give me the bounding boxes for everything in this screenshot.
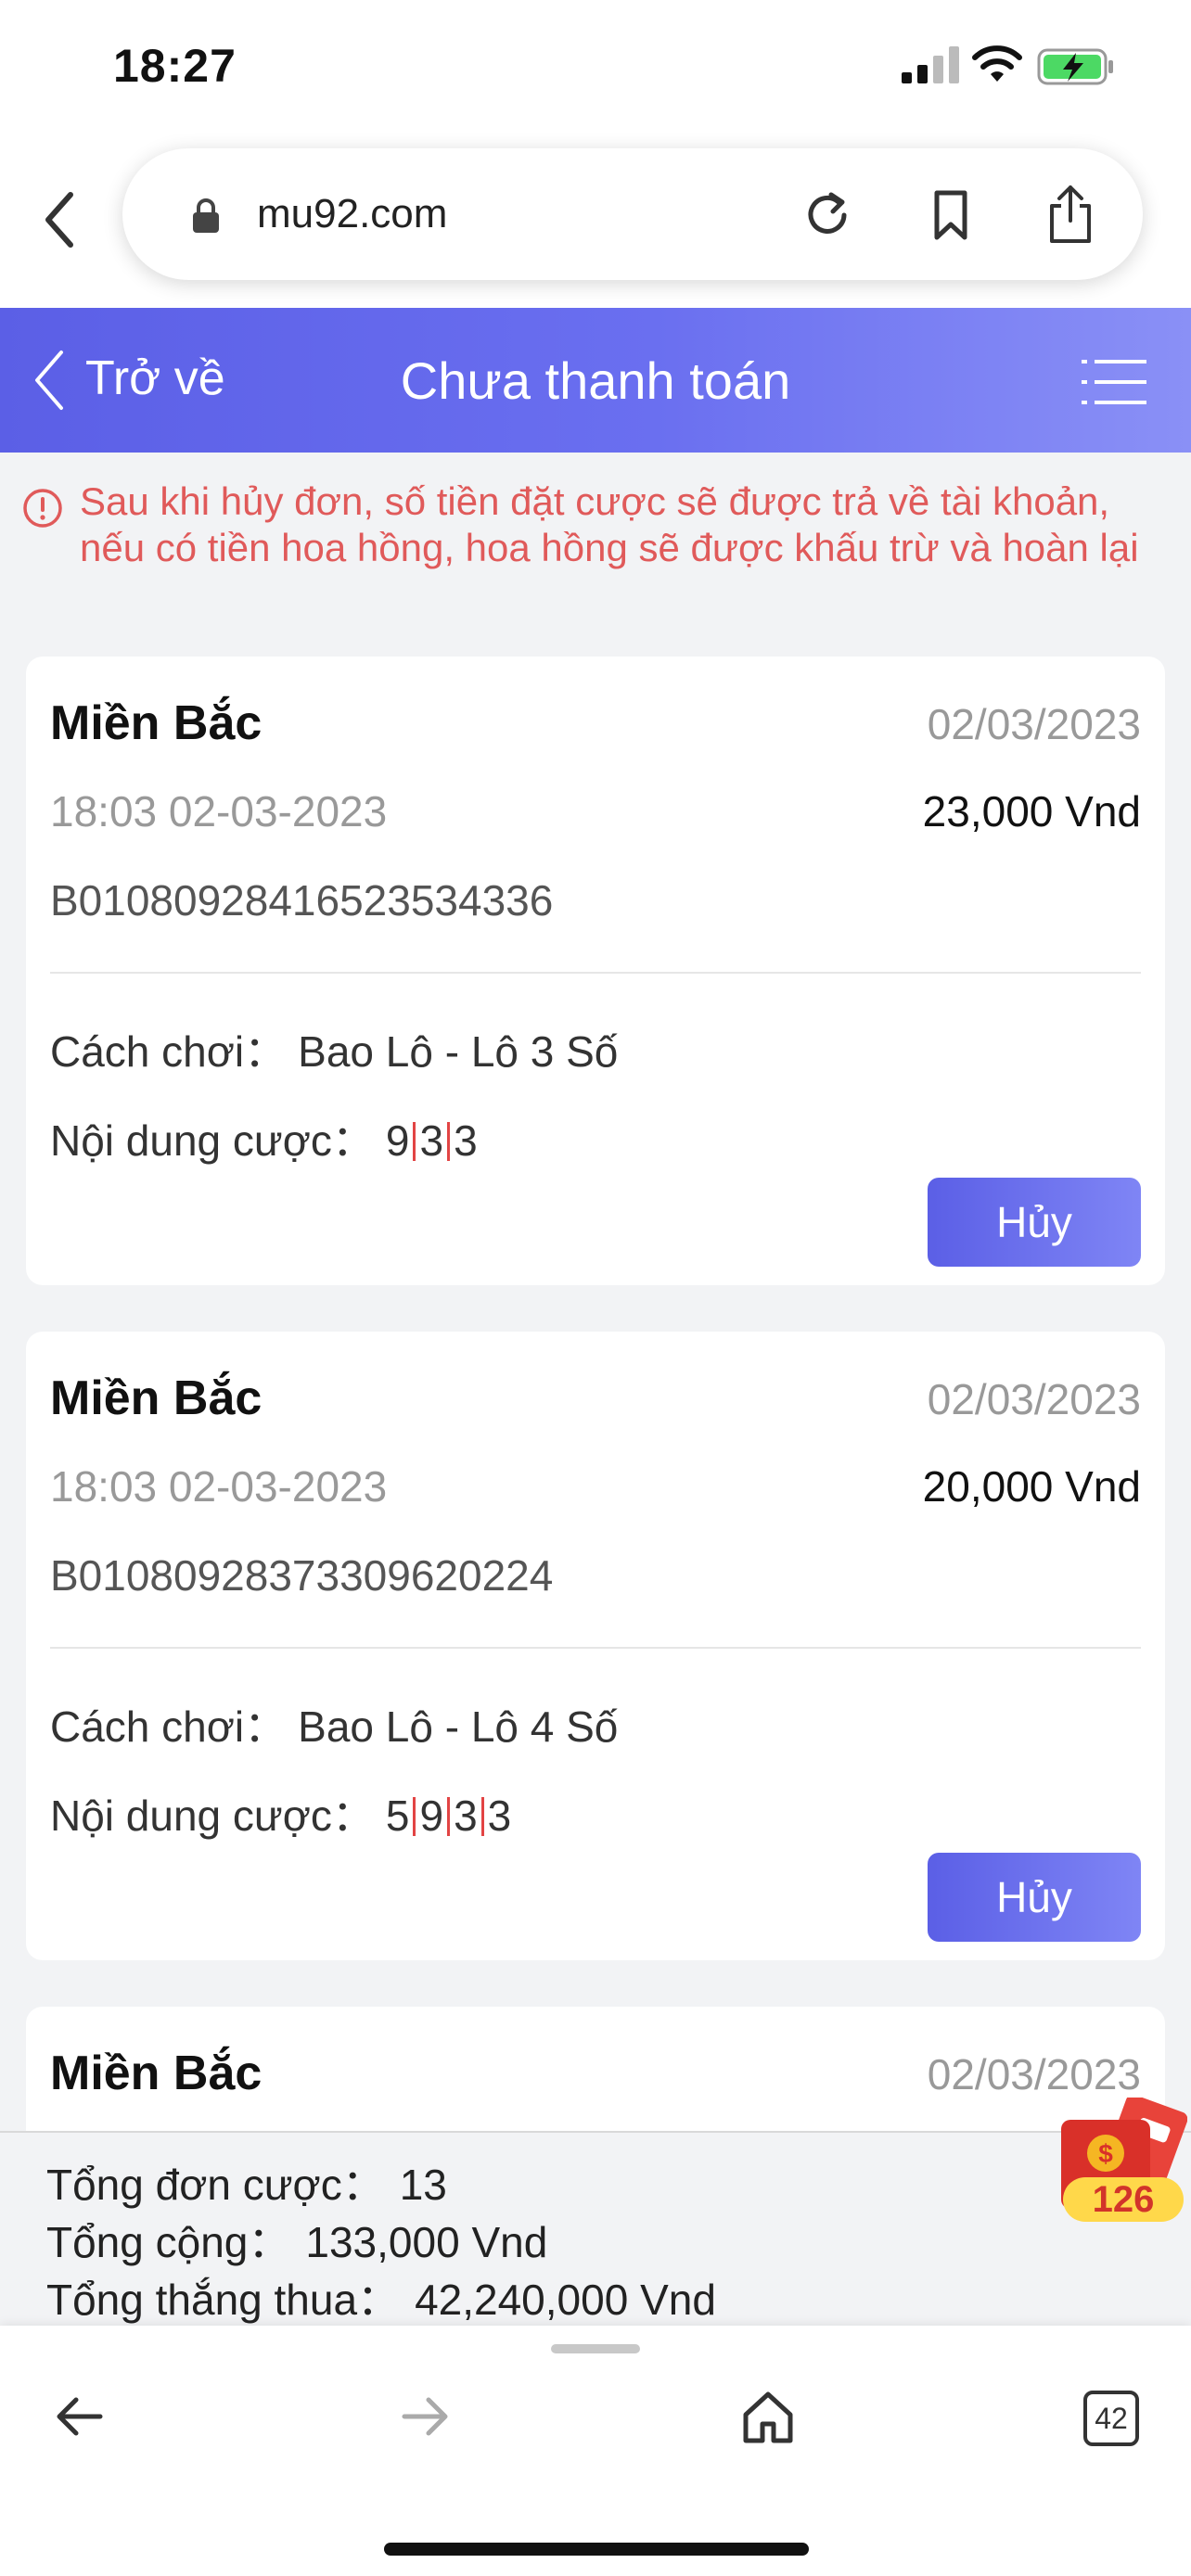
order-region: Miền Bắc (50, 696, 263, 750)
order-time: 18:03 02-03-2023 (50, 787, 388, 835)
url-field[interactable]: mu92.com (122, 148, 1143, 280)
order-card: Miền Bắc 02/03/2023 18:03 02-03-2023 23,… (26, 657, 1165, 1285)
bet-content-row: Nội dung cược： 5 9 3 3 (50, 1782, 511, 1843)
total-amount-label: Tổng cộng： (46, 2218, 291, 2266)
cancel-button[interactable]: Hủy (928, 1178, 1141, 1267)
order-code: B01080928373309620224 (50, 1551, 554, 1600)
reload-icon[interactable] (800, 187, 855, 243)
menu-list-icon[interactable] (1082, 356, 1146, 408)
bet-number: 3 (454, 1792, 478, 1840)
nav-forward-arrow-icon[interactable] (399, 2392, 451, 2441)
total-orders-value: 13 (399, 2161, 447, 2209)
app-header: Trở về Chưa thanh toán (0, 308, 1191, 453)
play-method-label: Cách chơi： (50, 1702, 288, 1751)
browser-back-chevron-icon[interactable] (41, 187, 78, 252)
order-code: B01080928416523534336 (50, 876, 554, 925)
bet-content-row: Nội dung cược： 9 3 3 (50, 1107, 478, 1168)
win-loss-label: Tổng thắng thua： (46, 2276, 401, 2324)
order-region: Miền Bắc (50, 2047, 263, 2100)
total-orders-row: Tổng đơn cược： 13 (46, 2151, 447, 2213)
sheet-grabber[interactable] (551, 2344, 640, 2353)
bookmark-icon[interactable] (928, 187, 974, 243)
order-region: Miền Bắc (50, 1371, 263, 1425)
play-method-row: Cách chơi： Bao Lô - Lô 3 Số (50, 1018, 618, 1079)
share-icon[interactable] (1044, 184, 1096, 245)
number-separator (447, 1122, 451, 1161)
divider (50, 1647, 1141, 1649)
url-text: mu92.com (257, 191, 448, 236)
warning-icon (23, 489, 62, 528)
lock-icon (193, 198, 219, 233)
total-orders-label: Tổng đơn cược： (46, 2161, 385, 2209)
cellular-signal-icon (902, 46, 959, 83)
red-envelope-count: 126 (1063, 2177, 1184, 2222)
number-separator (447, 1797, 451, 1836)
home-indicator (384, 2543, 809, 2556)
order-summary: Tổng đơn cược： 13 Tổng cộng： 133,000 Vnd T… (0, 2131, 1191, 2327)
bet-number: 3 (487, 1792, 512, 1840)
win-loss-row: Tổng thắng thua： 42,240,000 Vnd (46, 2266, 716, 2327)
tabs-button[interactable]: 42 (1083, 2391, 1139, 2446)
home-icon[interactable] (742, 2389, 794, 2444)
order-date: 02/03/2023 (927, 1375, 1141, 1423)
order-card: Miền Bắc 02/03/2023 18:03 02-03-2023 20,… (26, 1332, 1165, 1960)
browser-address-bar: mu92.com (0, 139, 1191, 308)
bet-number: 9 (419, 1792, 444, 1840)
nav-back-arrow-icon[interactable] (54, 2392, 106, 2441)
play-method-row: Cách chơi： Bao Lô - Lô 4 Số (50, 1693, 618, 1754)
number-separator (480, 1797, 484, 1836)
bet-content-label: Nội dung cược： (50, 1792, 375, 1840)
divider (50, 972, 1141, 974)
bet-number: 9 (385, 1116, 410, 1165)
total-amount-row: Tổng cộng： 133,000 Vnd (46, 2209, 547, 2270)
play-method-value: Bao Lô - Lô 4 Số (298, 1702, 619, 1751)
play-method-label: Cách chơi： (50, 1027, 288, 1076)
order-time: 18:03 02-03-2023 (50, 1462, 388, 1511)
bet-numbers: 933 (386, 1116, 478, 1166)
page-title: Chưa thanh toán (400, 351, 791, 410)
svg-text:$: $ (1098, 2139, 1113, 2168)
number-separator (413, 1797, 416, 1836)
browser-bottom-toolbar: 42 (0, 2326, 1191, 2576)
battery-charging-icon (1037, 48, 1113, 85)
number-separator (413, 1122, 416, 1161)
wifi-icon (972, 45, 1022, 82)
bet-number: 5 (385, 1792, 410, 1840)
bet-numbers: 5933 (386, 1791, 511, 1841)
bet-number: 3 (454, 1116, 478, 1165)
order-amount: 23,000 Vnd (922, 787, 1141, 835)
bet-content-label: Nội dung cược： (50, 1116, 375, 1165)
win-loss-value: 42,240,000 Vnd (415, 2276, 716, 2324)
status-bar: 18:27 (0, 0, 1191, 139)
total-amount-value: 133,000 Vnd (305, 2218, 548, 2266)
bet-number: 3 (419, 1116, 444, 1165)
order-amount: 20,000 Vnd (922, 1462, 1141, 1511)
order-date: 02/03/2023 (927, 700, 1141, 748)
notice-text: Sau khi hủy đơn, số tiền đặt cược sẽ đượ… (80, 479, 1139, 569)
play-method-value: Bao Lô - Lô 3 Số (298, 1027, 619, 1076)
status-time: 18:27 (113, 40, 237, 92)
order-date: 02/03/2023 (927, 2050, 1141, 2098)
cancel-button[interactable]: Hủy (928, 1853, 1141, 1942)
